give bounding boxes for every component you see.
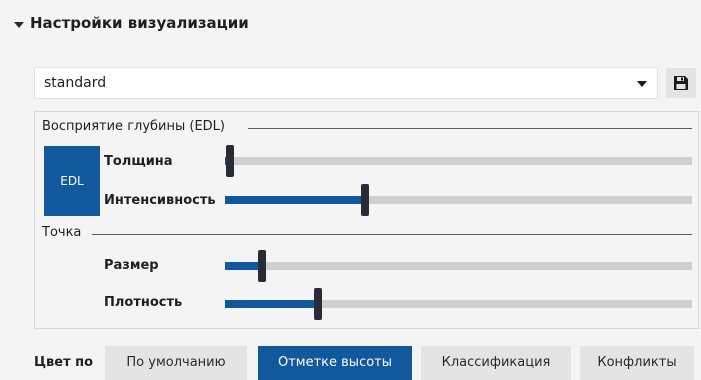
density-slider[interactable] (225, 288, 692, 320)
edl-badge: EDL (44, 146, 100, 216)
preset-selected-value: standard (44, 75, 107, 91)
dropdown-caret-icon (637, 81, 647, 87)
edl-group-label: Восприятие глубины (EDL) (42, 119, 229, 134)
color-by-elevation-button[interactable]: Отметке высоты (258, 346, 412, 380)
color-by-default-button[interactable]: По умолчанию (105, 346, 247, 380)
preset-select[interactable]: standard (34, 67, 658, 99)
caret-down-icon[interactable] (14, 22, 24, 28)
size-slider[interactable] (225, 250, 692, 282)
thickness-slider[interactable] (225, 145, 692, 177)
color-by-label: Цвет по (34, 355, 94, 370)
slider-fill (225, 300, 319, 308)
point-group-divider (92, 234, 692, 235)
point-group-label: Точка (42, 225, 86, 240)
color-by-conflicts-button[interactable]: Конфликты (580, 346, 694, 380)
slider-track (225, 157, 692, 165)
slider-track (225, 262, 692, 270)
intensity-slider[interactable] (225, 184, 692, 216)
slider-thumb[interactable] (225, 145, 234, 177)
edl-group-divider (248, 128, 692, 129)
floppy-disk-icon (674, 76, 688, 90)
slider-thumb[interactable] (258, 250, 267, 282)
save-preset-button[interactable] (666, 68, 696, 98)
size-label: Размер (104, 258, 159, 273)
intensity-label: Интенсивность (104, 193, 216, 208)
panel-header[interactable]: Настройки визуализации (0, 0, 701, 54)
density-label: Плотность (104, 295, 183, 310)
slider-thumb[interactable] (314, 288, 323, 320)
thickness-label: Толщина (104, 154, 173, 169)
panel-title: Настройки визуализации (30, 14, 249, 32)
slider-thumb[interactable] (361, 184, 370, 216)
color-by-classification-button[interactable]: Классификация (421, 346, 571, 380)
slider-fill (225, 196, 366, 204)
slider-fill (225, 262, 263, 270)
